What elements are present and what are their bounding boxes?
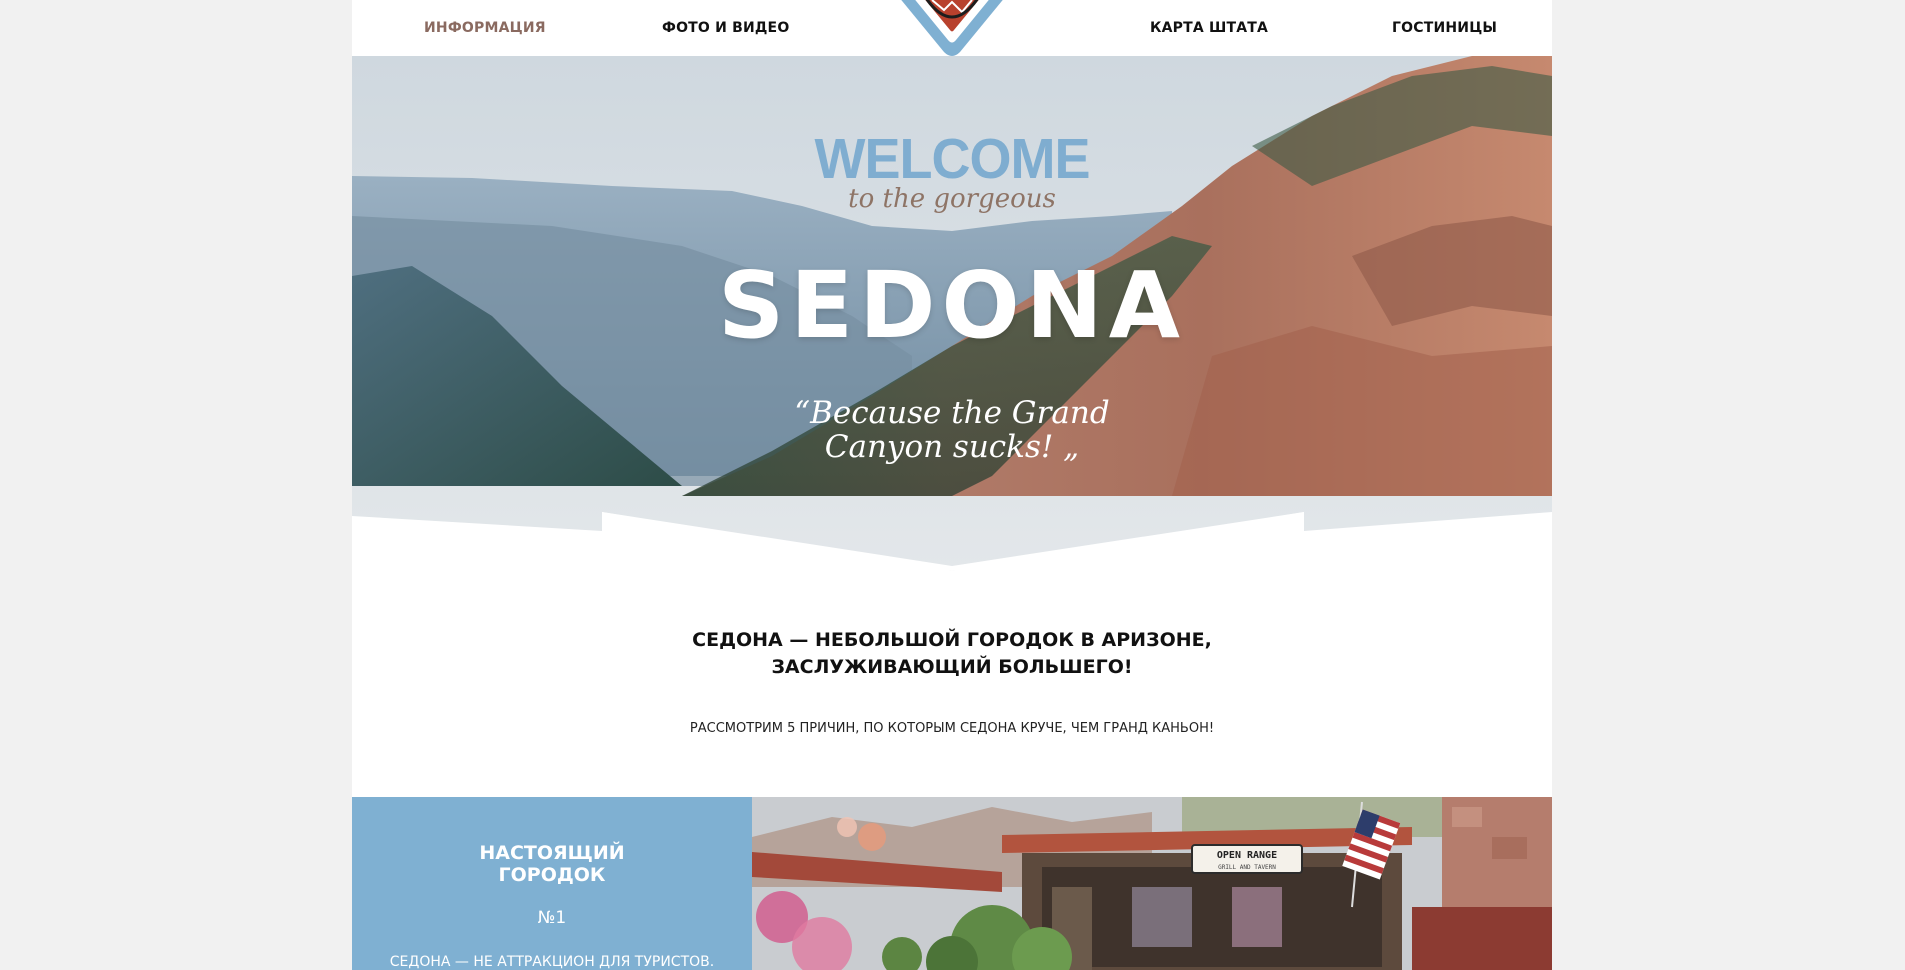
tavern-sign-line-1: OPEN RANGE [1217, 850, 1277, 861]
intro-title: Седона — небольшой городок в Аризоне, за… [352, 627, 1552, 681]
welcome-heading: WELCOME [814, 127, 1091, 191]
top-nav: ИНФОРМАЦИЯ ФОТО И ВИДЕО КАРТА ШТАТА ГОСТ… [352, 0, 1552, 56]
tavern-sign-line-2: GRILL AND TAVERN [1218, 864, 1276, 871]
tavern-photo-image: OPEN RANGE GRILL AND TAVERN [752, 797, 1552, 970]
hero-quote: “Because the Grand Canyon sucks! „ [352, 396, 1552, 464]
city-of-sedona-logo-icon [901, 0, 1003, 56]
nav-item-info[interactable]: ИНФОРМАЦИЯ [424, 20, 546, 38]
reason-title-line-2: городок [498, 864, 606, 886]
nav-item-photo-video[interactable]: ФОТО И ВИДЕО [662, 20, 789, 38]
welcome-subtitle: to the gorgeous [848, 184, 1056, 214]
hero-quote-line-2: Canyon sucks! „ [824, 429, 1080, 465]
town-street-photo: OPEN RANGE GRILL AND TAVERN [752, 797, 1552, 970]
intro-title-line-2: заслуживающий большего! [771, 656, 1133, 678]
reason-number: №1 [537, 908, 567, 928]
city-logo[interactable] [892, 0, 1012, 60]
nav-item-hotels[interactable]: ГОСТИНИЦЫ [1392, 20, 1497, 38]
reason-title: Настоящий городок [352, 842, 752, 886]
hero-title: SEDONA [718, 252, 1186, 359]
reason-title-line-1: Настоящий [479, 842, 625, 864]
reason-1-panel: Настоящий городок №1 Седона — не аттракц… [352, 797, 752, 970]
page: ИНФОРМАЦИЯ ФОТО И ВИДЕО КАРТА ШТАТА ГОСТ… [352, 0, 1552, 970]
reason-text: Седона — не аттракцион для туристов. [389, 954, 715, 970]
nav-item-state-map[interactable]: КАРТА ШТАТА [1150, 20, 1268, 38]
intro-title-line-1: Седона — небольшой городок в Аризоне, [692, 629, 1212, 651]
intro-subtitle: Рассмотрим 5 причин, по которым Седона к… [689, 721, 1215, 736]
hero-quote-line-1: “Because the Grand [794, 395, 1110, 431]
hero-banner: WELCOME to the gorgeous SEDONA “Because … [352, 56, 1552, 571]
